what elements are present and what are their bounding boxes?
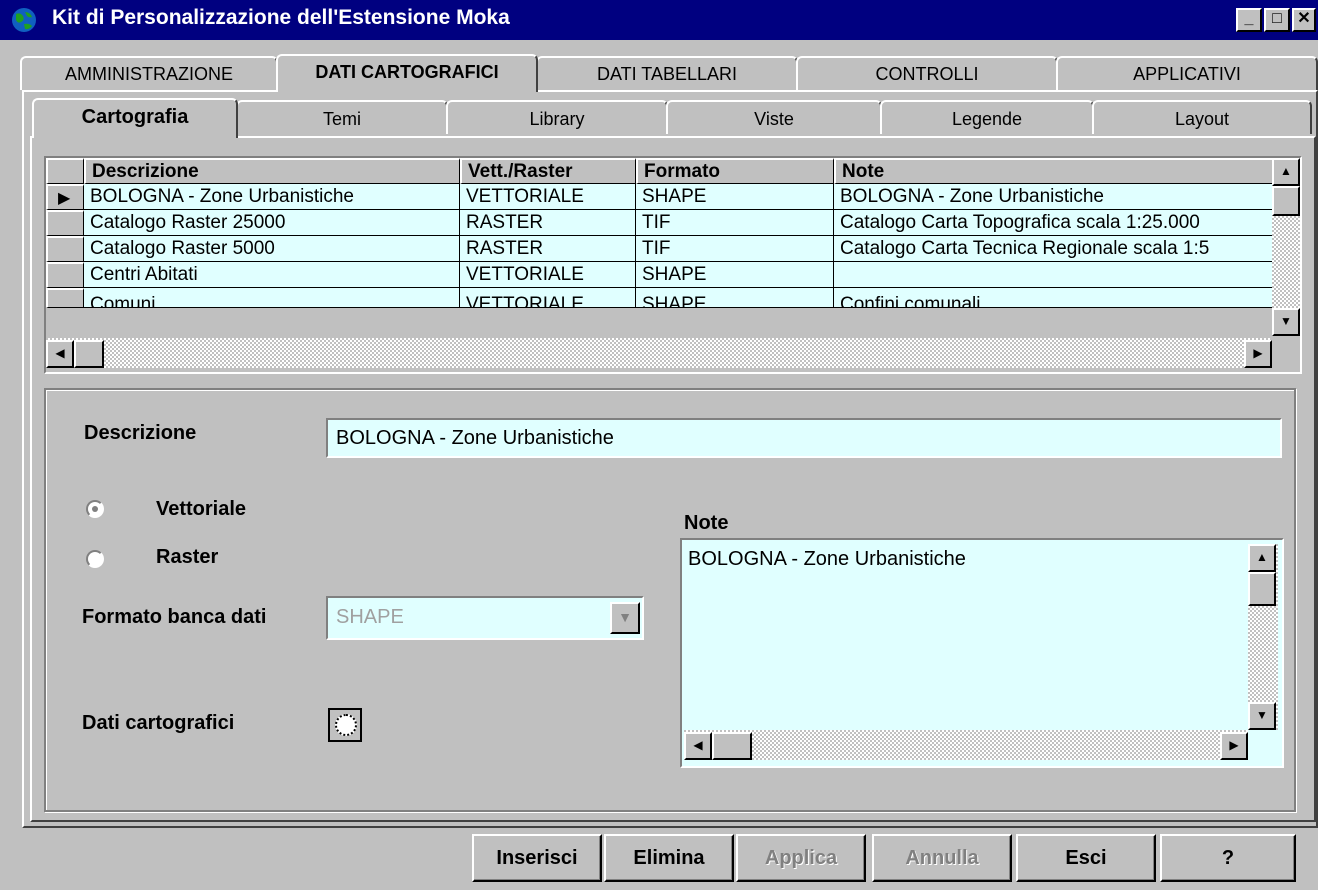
table-cell[interactable]: RASTER bbox=[460, 210, 636, 236]
tab-controlli[interactable]: CONTROLLI bbox=[796, 56, 1058, 90]
tab-label: DATI CARTOGRAFICI bbox=[315, 62, 499, 82]
table-cell[interactable]: Catalogo Raster 25000 bbox=[84, 210, 460, 236]
scroll-right-arrow-icon[interactable]: ▶ bbox=[1220, 732, 1248, 760]
tab-label: Cartografia bbox=[81, 106, 189, 128]
raster-radio[interactable] bbox=[86, 550, 104, 568]
tab-label: Viste bbox=[754, 109, 794, 129]
scroll-left-arrow-icon[interactable]: ◀ bbox=[684, 732, 712, 760]
table-cell[interactable]: BOLOGNA - Zone Urbanistiche bbox=[84, 184, 460, 210]
elimina-button[interactable]: Elimina bbox=[604, 834, 734, 882]
table-cell[interactable]: VETTORIALE bbox=[460, 184, 636, 210]
table-cell[interactable]: TIF bbox=[636, 210, 834, 236]
window-title: Kit di Personalizzazione dell'Estensione… bbox=[52, 6, 510, 29]
table-cell[interactable]: BOLOGNA - Zone Urbanistiche bbox=[834, 184, 1274, 210]
globe-icon[interactable] bbox=[10, 6, 38, 34]
tab-label: Layout bbox=[1174, 109, 1230, 129]
table-cell[interactable]: SHAPE bbox=[636, 184, 834, 210]
formato-value: SHAPE bbox=[336, 606, 404, 628]
esci-button[interactable]: Esci bbox=[1016, 834, 1156, 882]
tab-amministrazione[interactable]: AMMINISTRAZIONE bbox=[20, 56, 278, 90]
applica-button[interactable]: Applica bbox=[736, 834, 866, 882]
row-header[interactable] bbox=[46, 210, 84, 236]
note-horizontal-scrollbar[interactable] bbox=[684, 730, 1248, 760]
table-cell[interactable]: VETTORIALE bbox=[460, 262, 636, 288]
column-header[interactable]: Note bbox=[834, 158, 1274, 184]
subtab-cartografia[interactable]: Cartografia bbox=[32, 98, 238, 138]
grid-corner bbox=[46, 158, 84, 184]
minimize-button[interactable]: _ bbox=[1236, 8, 1262, 32]
scroll-right-arrow-icon[interactable]: ▶ bbox=[1244, 340, 1272, 368]
tab-label: Library bbox=[529, 109, 585, 129]
descrizione-field[interactable]: BOLOGNA - Zone Urbanistiche bbox=[326, 418, 1282, 458]
table-cell[interactable]: RASTER bbox=[460, 236, 636, 262]
table-cell[interactable]: SHAPE bbox=[636, 262, 834, 288]
tab-label: APPLICATIVI bbox=[1133, 64, 1241, 84]
tab-label: Temi bbox=[322, 109, 361, 129]
scroll-thumb[interactable] bbox=[74, 340, 104, 368]
tab-label: CONTROLLI bbox=[875, 64, 979, 84]
annulla-button[interactable]: Annulla bbox=[872, 834, 1012, 882]
descrizione-label: Descrizione bbox=[84, 422, 197, 444]
formato-select[interactable]: SHAPE bbox=[326, 596, 644, 640]
radio-dot bbox=[92, 506, 98, 512]
maximize-button[interactable]: □ bbox=[1264, 8, 1290, 32]
inserisci-button[interactable]: Inserisci bbox=[472, 834, 602, 882]
tab-label: AMMINISTRAZIONE bbox=[64, 64, 233, 84]
subtab-viste[interactable]: Viste bbox=[666, 100, 882, 134]
table-cell[interactable]: Confini comunali bbox=[834, 288, 1274, 308]
subtab-legende[interactable]: Legende bbox=[880, 100, 1094, 134]
tab-applicativi[interactable]: APPLICATIVI bbox=[1056, 56, 1318, 90]
column-header[interactable]: Formato bbox=[636, 158, 834, 184]
column-header[interactable]: Vett./Raster bbox=[460, 158, 636, 184]
note-label: Note bbox=[684, 512, 729, 534]
scroll-corner bbox=[1272, 338, 1300, 372]
table-cell[interactable]: Catalogo Carta Tecnica Regionale scala 1… bbox=[834, 236, 1274, 262]
note-text: BOLOGNA - Zone Urbanistiche bbox=[688, 548, 966, 570]
tab-dati-cartografici[interactable]: DATI CARTOGRAFICI bbox=[276, 54, 538, 92]
table-cell[interactable]: Catalogo Raster 5000 bbox=[84, 236, 460, 262]
scroll-left-arrow-icon[interactable]: ◀ bbox=[46, 340, 74, 368]
dropdown-arrow-icon[interactable]: ▼ bbox=[610, 602, 640, 634]
current-row-arrow-icon: ▶ bbox=[58, 190, 71, 207]
close-button[interactable]: ✕ bbox=[1292, 8, 1316, 32]
row-header[interactable] bbox=[46, 262, 84, 288]
table-cell[interactable]: SHAPE bbox=[636, 288, 834, 308]
scroll-up-arrow-icon[interactable]: ▲ bbox=[1248, 544, 1276, 572]
vettoriale-label[interactable]: Vettoriale bbox=[156, 498, 246, 521]
row-header-current[interactable]: ▶ bbox=[46, 184, 84, 210]
table-cell[interactable]: Centri Abitati bbox=[84, 262, 460, 288]
help-button[interactable]: ? bbox=[1160, 834, 1296, 882]
table-cell[interactable]: Catalogo Carta Topografica scala 1:25.00… bbox=[834, 210, 1274, 236]
column-header[interactable]: Descrizione bbox=[84, 158, 460, 184]
row-header[interactable] bbox=[46, 288, 84, 308]
tab-label: Legende bbox=[951, 109, 1023, 129]
tab-dati-tabellari[interactable]: DATI TABELLARI bbox=[536, 56, 798, 90]
scroll-down-arrow-icon[interactable]: ▼ bbox=[1272, 308, 1300, 336]
subtab-layout[interactable]: Layout bbox=[1092, 100, 1312, 134]
dati-cartografici-button[interactable] bbox=[328, 708, 362, 742]
row-header[interactable] bbox=[46, 236, 84, 262]
scroll-thumb[interactable] bbox=[712, 732, 752, 760]
raster-label[interactable]: Raster bbox=[156, 546, 218, 569]
table-cell[interactable]: VETTORIALE bbox=[460, 288, 636, 308]
globe-outline-icon bbox=[335, 714, 357, 736]
subtab-temi[interactable]: Temi bbox=[236, 100, 448, 134]
scroll-thumb[interactable] bbox=[1272, 186, 1300, 216]
data-grid[interactable]: Descrizione Vett./Raster Formato Note ▶ … bbox=[44, 156, 1302, 374]
scroll-thumb[interactable] bbox=[1248, 572, 1276, 606]
tab-label: DATI TABELLARI bbox=[596, 64, 738, 84]
vettoriale-radio[interactable] bbox=[86, 500, 104, 518]
dati-cartografici-label: Dati cartografici bbox=[82, 712, 235, 734]
scroll-down-arrow-icon[interactable]: ▼ bbox=[1248, 702, 1276, 730]
grid-horizontal-scrollbar[interactable] bbox=[46, 338, 1272, 368]
formato-label: Formato banca dati bbox=[82, 606, 267, 628]
table-cell[interactable]: TIF bbox=[636, 236, 834, 262]
scroll-up-arrow-icon[interactable]: ▲ bbox=[1272, 158, 1300, 186]
table-cell[interactable]: Comuni bbox=[84, 288, 460, 308]
subtab-library[interactable]: Library bbox=[446, 100, 668, 134]
table-cell[interactable] bbox=[834, 262, 1274, 288]
